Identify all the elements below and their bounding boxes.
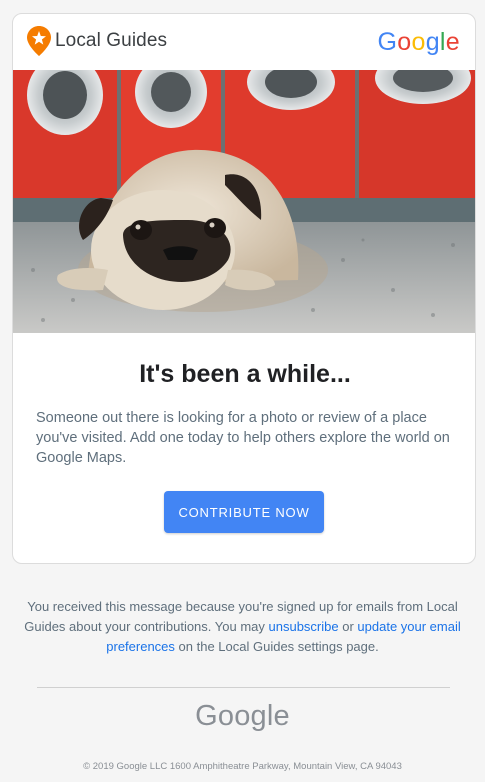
local-guides-label: Local Guides: [55, 30, 168, 51]
footer-text-or: or: [338, 619, 358, 634]
unsubscribe-link[interactable]: unsubscribe: [269, 619, 339, 634]
email-header: Local Guides Google: [13, 14, 475, 70]
footer-text-after: on the Local Guides settings page.: [174, 639, 379, 654]
hero-image: [13, 70, 475, 333]
copyright-text: © 2019 Google LLC 1600 Amphitheatre Park…: [83, 761, 402, 772]
email-card: Local Guides Google It's been a while...…: [12, 13, 476, 564]
footer-google-logo: Google: [195, 700, 290, 732]
google-logo: Google: [377, 28, 460, 56]
page-title: It's been a while...: [139, 360, 351, 388]
footer-notice: You received this message because you're…: [22, 597, 463, 657]
body-text: Someone out there is looking for a photo…: [36, 410, 450, 466]
local-guides-pin-icon: [27, 26, 51, 56]
contribute-now-button[interactable]: CONTRIBUTE NOW: [164, 491, 324, 533]
footer-divider: [37, 687, 450, 688]
pug-photo: [13, 70, 475, 333]
